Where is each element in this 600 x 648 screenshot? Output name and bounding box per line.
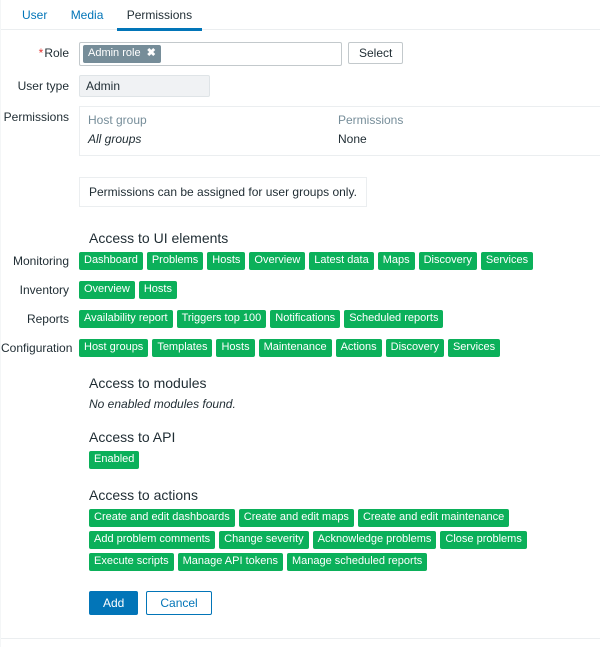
cell-permission: None — [338, 132, 367, 146]
ui-group-reports: Reports Availability report Triggers top… — [1, 310, 600, 328]
role-label-text: Role — [44, 46, 69, 60]
api-badges: Enabled — [89, 451, 600, 469]
ui-elements-heading: Access to UI elements — [89, 230, 229, 246]
ui-group-configuration: Configuration Host groups Templates Host… — [1, 339, 600, 357]
tab-media[interactable]: Media — [61, 1, 114, 29]
ui-badge: Services — [480, 252, 534, 270]
ui-group-label-inventory: Inventory — [19, 283, 69, 297]
permissions-table-header: Host group Permissions — [80, 111, 600, 130]
user-type-value: Admin — [79, 75, 210, 97]
ui-group-label-reports: Reports — [26, 312, 69, 326]
role-chip[interactable]: Admin role ✖ — [83, 45, 161, 63]
permissions-label: Permissions — [3, 110, 69, 124]
role-input-group: Admin role ✖ Select — [79, 42, 600, 66]
action-badge: Add problem comments — [89, 531, 216, 549]
role-field: Admin role ✖ Select — [79, 42, 600, 66]
permissions-row: Permissions Host group Permissions All g… — [1, 106, 600, 212]
ui-badge: Hosts — [216, 339, 255, 357]
role-chip-label: Admin role — [88, 47, 141, 59]
ui-badge: Scheduled reports — [344, 310, 444, 328]
cell-host-group: All groups — [88, 132, 142, 146]
ui-badges-inventory: Overview Hosts — [79, 281, 600, 299]
ui-badge: Availability report — [79, 310, 173, 328]
ui-badges-reports: Availability report Triggers top 100 Not… — [79, 310, 600, 328]
ui-badge: Maintenance — [258, 339, 332, 357]
role-row: *Role Admin role ✖ Select — [1, 42, 600, 66]
select-role-button[interactable]: Select — [348, 42, 404, 64]
user-type-label: User type — [17, 79, 69, 93]
action-badge: Close problems — [440, 531, 527, 549]
ui-badge: Notifications — [270, 310, 341, 328]
action-badge: Execute scripts — [89, 553, 174, 571]
ui-badge: Host groups — [79, 339, 149, 357]
ui-badge: Overview — [249, 252, 306, 270]
action-badge: Change severity — [219, 531, 309, 549]
ui-badges-monitoring: Dashboard Problems Hosts Overview Latest… — [79, 252, 600, 270]
ui-badge: Discovery — [418, 252, 477, 270]
ui-badge: Hosts — [207, 252, 246, 270]
permissions-field: Host group Permissions All groups None P… — [79, 106, 600, 212]
permissions-form: *Role Admin role ✖ Select User type Admi… — [1, 30, 600, 615]
ui-badges-configuration: Host groups Templates Hosts Maintenance … — [79, 339, 600, 357]
tab-user[interactable]: User — [12, 1, 57, 29]
ui-badge: Hosts — [138, 281, 177, 299]
close-icon[interactable]: ✖ — [147, 48, 156, 59]
form-footer: Add Cancel — [89, 591, 600, 615]
ui-badge: Dashboard — [79, 252, 143, 270]
ui-badge: Maps — [377, 252, 415, 270]
action-badge: Create and edit dashboards — [89, 509, 235, 527]
action-badge: Manage API tokens — [177, 553, 283, 571]
permissions-table: Host group Permissions All groups None — [79, 106, 600, 156]
action-badge: Acknowledge problems — [312, 531, 437, 549]
ui-badge: Templates — [152, 339, 213, 357]
user-type-row: User type Admin — [1, 75, 600, 97]
ui-badge: Latest data — [309, 252, 374, 270]
permissions-info-message: Permissions can be assigned for user gro… — [79, 177, 367, 207]
user-type-field: Admin — [79, 75, 600, 97]
action-badge: Manage scheduled reports — [287, 553, 428, 571]
column-header-permissions: Permissions — [338, 113, 404, 127]
ui-badge: Discovery — [385, 339, 444, 357]
permissions-page: User Media Permissions *Role Admin role … — [0, 0, 600, 648]
modules-heading: Access to modules — [89, 375, 207, 391]
ui-group-monitoring: Monitoring Dashboard Problems Hosts Over… — [1, 252, 600, 270]
cancel-button[interactable]: Cancel — [146, 591, 212, 615]
ui-badge: Services — [447, 339, 501, 357]
tab-permissions[interactable]: Permissions — [116, 1, 203, 31]
role-multiselect-input[interactable]: Admin role ✖ — [79, 42, 342, 66]
ui-group-label-configuration: Configuration — [1, 341, 73, 355]
ui-badge: Actions — [335, 339, 382, 357]
actions-heading: Access to actions — [89, 487, 198, 503]
modules-empty-note: No enabled modules found. — [89, 397, 236, 411]
actions-badges: Create and edit dashboards Create and ed… — [89, 509, 589, 571]
api-status-badge: Enabled — [89, 451, 140, 469]
action-badge: Create and edit maintenance — [357, 509, 510, 527]
tab-bar: User Media Permissions — [1, 0, 600, 31]
api-heading: Access to API — [89, 429, 176, 445]
ui-badge: Problems — [146, 252, 204, 270]
ui-group-label-monitoring: Monitoring — [12, 254, 69, 268]
action-badge: Create and edit maps — [238, 509, 354, 527]
ui-group-inventory: Inventory Overview Hosts — [1, 281, 600, 299]
role-label: *Role — [1, 42, 79, 64]
ui-badge: Triggers top 100 — [176, 310, 267, 328]
required-asterisk: * — [38, 46, 44, 60]
column-header-host-group: Host group — [88, 113, 147, 127]
add-button[interactable]: Add — [89, 591, 139, 615]
ui-badge: Overview — [79, 281, 135, 299]
table-row: All groups None — [80, 130, 600, 149]
